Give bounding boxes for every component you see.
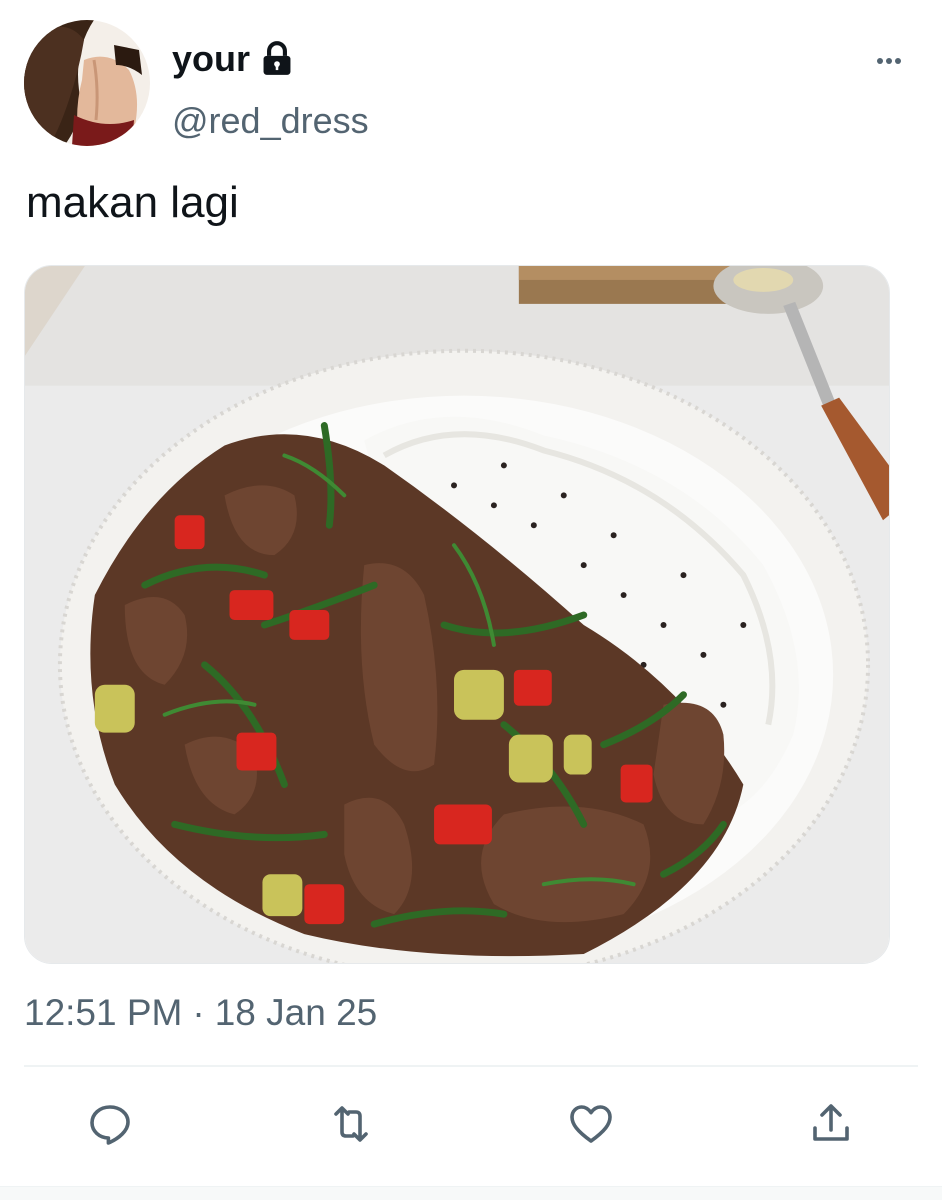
avatar[interactable] [24, 20, 150, 146]
more-options-icon[interactable] [872, 46, 906, 76]
tweet-timestamp[interactable]: 12:51 PM · 18 Jan 25 [24, 992, 377, 1034]
reply-icon [90, 1105, 130, 1145]
tweet-media-image[interactable] [24, 265, 890, 964]
retweet-button[interactable] [327, 1100, 375, 1148]
divider [24, 1065, 918, 1067]
share-button[interactable] [807, 1100, 855, 1148]
display-name-row[interactable]: your [172, 38, 296, 80]
tweet-time: 12:51 PM [24, 992, 183, 1033]
share-icon [813, 1104, 849, 1141]
timestamp-separator: · [192, 992, 205, 1033]
tweet-text: makan lagi [26, 178, 239, 227]
display-name[interactable]: your [172, 38, 250, 80]
lock-icon [258, 40, 296, 78]
tweet-date: 18 Jan 25 [214, 992, 378, 1033]
like-button[interactable] [567, 1100, 615, 1148]
user-handle[interactable]: @red_dress [172, 100, 369, 142]
tweet-actions [0, 1100, 942, 1150]
reply-button[interactable] [86, 1100, 134, 1148]
bottom-edge [0, 1186, 942, 1200]
heart-icon [570, 1105, 612, 1143]
retweet-icon [334, 1106, 368, 1142]
avatar-image [24, 20, 150, 146]
